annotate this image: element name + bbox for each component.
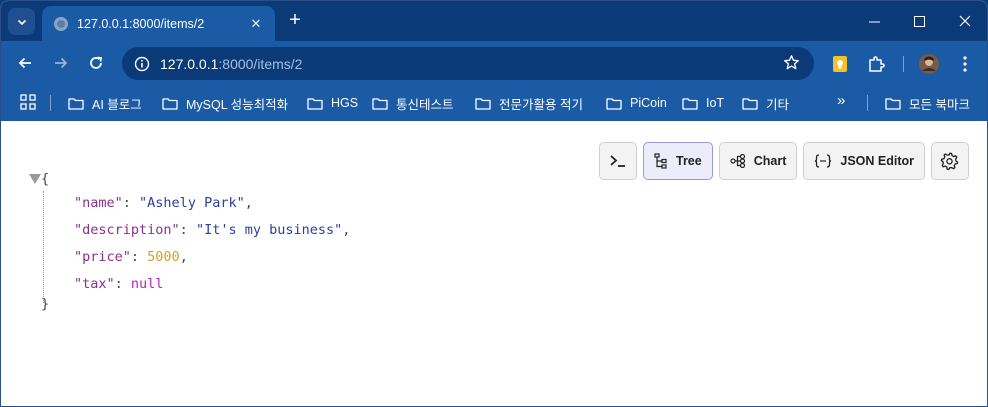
folder-icon	[162, 97, 178, 110]
folder-icon	[307, 97, 323, 110]
json-key: "description"	[74, 222, 180, 238]
close-icon[interactable]: ✕	[247, 16, 265, 32]
apps-grid-icon[interactable]	[20, 94, 36, 110]
minimize-icon	[868, 21, 880, 22]
page-content: Tree Chart JSON Editor { "name": "Ashely…	[1, 121, 987, 406]
json-viewer-toolbar: Tree Chart JSON Editor	[599, 142, 969, 180]
forward-button[interactable]	[49, 51, 73, 75]
json-row: "name": "Ashely Park",	[74, 195, 253, 211]
reload-icon	[90, 56, 103, 69]
bookmark-folder[interactable]: 통신테스트	[372, 92, 454, 114]
tree-icon	[654, 153, 668, 169]
url-path: :8000/items/2	[218, 55, 303, 72]
tree-view-label: Tree	[676, 154, 702, 168]
bookmark-label: AI 블로그	[92, 97, 142, 112]
profile-avatar[interactable]	[918, 53, 940, 75]
bookmark-folder[interactable]: 전문가활용 적기	[475, 92, 583, 114]
bookmark-label: HGS	[331, 96, 359, 110]
json-key: "name"	[74, 195, 123, 211]
bookmarks-bar: AI 블로그 MySQL 성능최적화 HGS 통신테스트 전문가활용 적기 Pi…	[1, 85, 987, 121]
browser-window: 127.0.0.1:8000/items/2 ✕ + 127.0.0.1:80	[0, 0, 988, 407]
bookmark-label: 기타	[766, 97, 790, 112]
json-value: "It's my business"	[195, 222, 343, 238]
json-value: "Ashely Park"	[139, 195, 245, 211]
json-open-brace: {	[41, 171, 50, 187]
bookmark-folder[interactable]: 기타	[742, 92, 789, 114]
browser-toolbar: 127.0.0.1:8000/items/2	[1, 41, 987, 85]
title-bar: 127.0.0.1:8000/items/2 ✕ +	[1, 1, 987, 41]
bookmark-folder[interactable]: MySQL 성능최적화	[162, 92, 288, 114]
globe-icon	[54, 16, 68, 31]
bookmark-folder[interactable]: HGS	[307, 92, 358, 114]
bookmark-folder[interactable]: PiCoin	[606, 92, 667, 114]
json-editor-button[interactable]: JSON Editor	[803, 142, 925, 180]
close-icon	[959, 15, 971, 27]
folder-icon	[606, 97, 622, 110]
folder-icon	[68, 97, 84, 110]
bookmarks-divider	[50, 95, 51, 111]
url-host: 127.0.0.1	[160, 55, 219, 72]
tab-search-button[interactable]	[8, 8, 35, 35]
minimize-button[interactable]	[851, 1, 897, 41]
bookmark-folder[interactable]: IoT	[682, 92, 724, 114]
bookmark-label: PiCoin	[630, 96, 667, 110]
bookmark-label: MySQL 성능최적화	[186, 97, 289, 112]
bookmark-star-icon[interactable]	[783, 54, 800, 76]
maximize-icon	[913, 15, 925, 27]
bookmark-label: IoT	[706, 96, 725, 110]
folder-icon	[475, 97, 491, 110]
folder-icon	[372, 97, 388, 110]
reload-button[interactable]	[84, 51, 108, 75]
keep-extension-icon[interactable]	[829, 53, 851, 75]
json-row: "tax": null	[74, 276, 164, 292]
chart-nodes-icon	[730, 154, 746, 168]
tab-active[interactable]: 127.0.0.1:8000/items/2 ✕	[42, 6, 275, 41]
folder-icon	[885, 97, 901, 110]
window-close-button[interactable]	[942, 1, 987, 41]
json-row: "price": 5000,	[74, 249, 188, 265]
chart-view-button[interactable]: Chart	[718, 142, 798, 180]
json-row: "description": "It's my business",	[74, 222, 351, 238]
arrow-right-icon	[55, 57, 68, 69]
back-button[interactable]	[13, 51, 37, 75]
json-close-brace: }	[41, 296, 50, 312]
all-bookmarks-folder[interactable]: 모든 북마크	[885, 92, 970, 114]
bookmarks-divider	[867, 95, 868, 111]
braces-icon	[814, 154, 832, 168]
bookmark-folder[interactable]: AI 블로그	[68, 92, 142, 114]
new-tab-button[interactable]: +	[284, 9, 306, 31]
toolbar-divider	[903, 56, 904, 72]
json-editor-label: JSON Editor	[840, 154, 914, 168]
terminal-icon	[610, 155, 625, 167]
json-value: 5000	[147, 249, 180, 265]
site-info-icon[interactable]	[132, 54, 152, 74]
extensions-puzzle-icon[interactable]	[865, 53, 887, 75]
address-bar[interactable]: 127.0.0.1:8000/items/2	[122, 47, 814, 80]
raw-view-button[interactable]	[599, 142, 637, 180]
tab-title: 127.0.0.1:8000/items/2	[77, 16, 205, 31]
chevron-double-right-icon[interactable]: »	[837, 92, 845, 109]
json-key: "price"	[74, 249, 131, 265]
json-key: "tax"	[74, 276, 115, 292]
settings-button[interactable]	[931, 142, 969, 180]
tree-view-button[interactable]: Tree	[643, 142, 713, 180]
bookmark-label: 모든 북마크	[909, 97, 970, 112]
indent-guide	[43, 191, 44, 303]
json-value: null	[130, 276, 164, 292]
more-menu-icon[interactable]	[954, 53, 976, 75]
bookmark-label: 통신테스트	[396, 97, 454, 112]
folder-icon	[742, 97, 758, 110]
chevron-down-icon	[17, 19, 26, 25]
folder-icon	[682, 97, 698, 110]
gear-icon	[940, 152, 959, 171]
bookmark-label: 전문가활용 적기	[499, 97, 583, 112]
arrow-left-icon	[18, 57, 31, 69]
collapse-caret-icon[interactable]	[29, 174, 41, 184]
chart-view-label: Chart	[753, 154, 787, 168]
maximize-button[interactable]	[896, 1, 942, 41]
